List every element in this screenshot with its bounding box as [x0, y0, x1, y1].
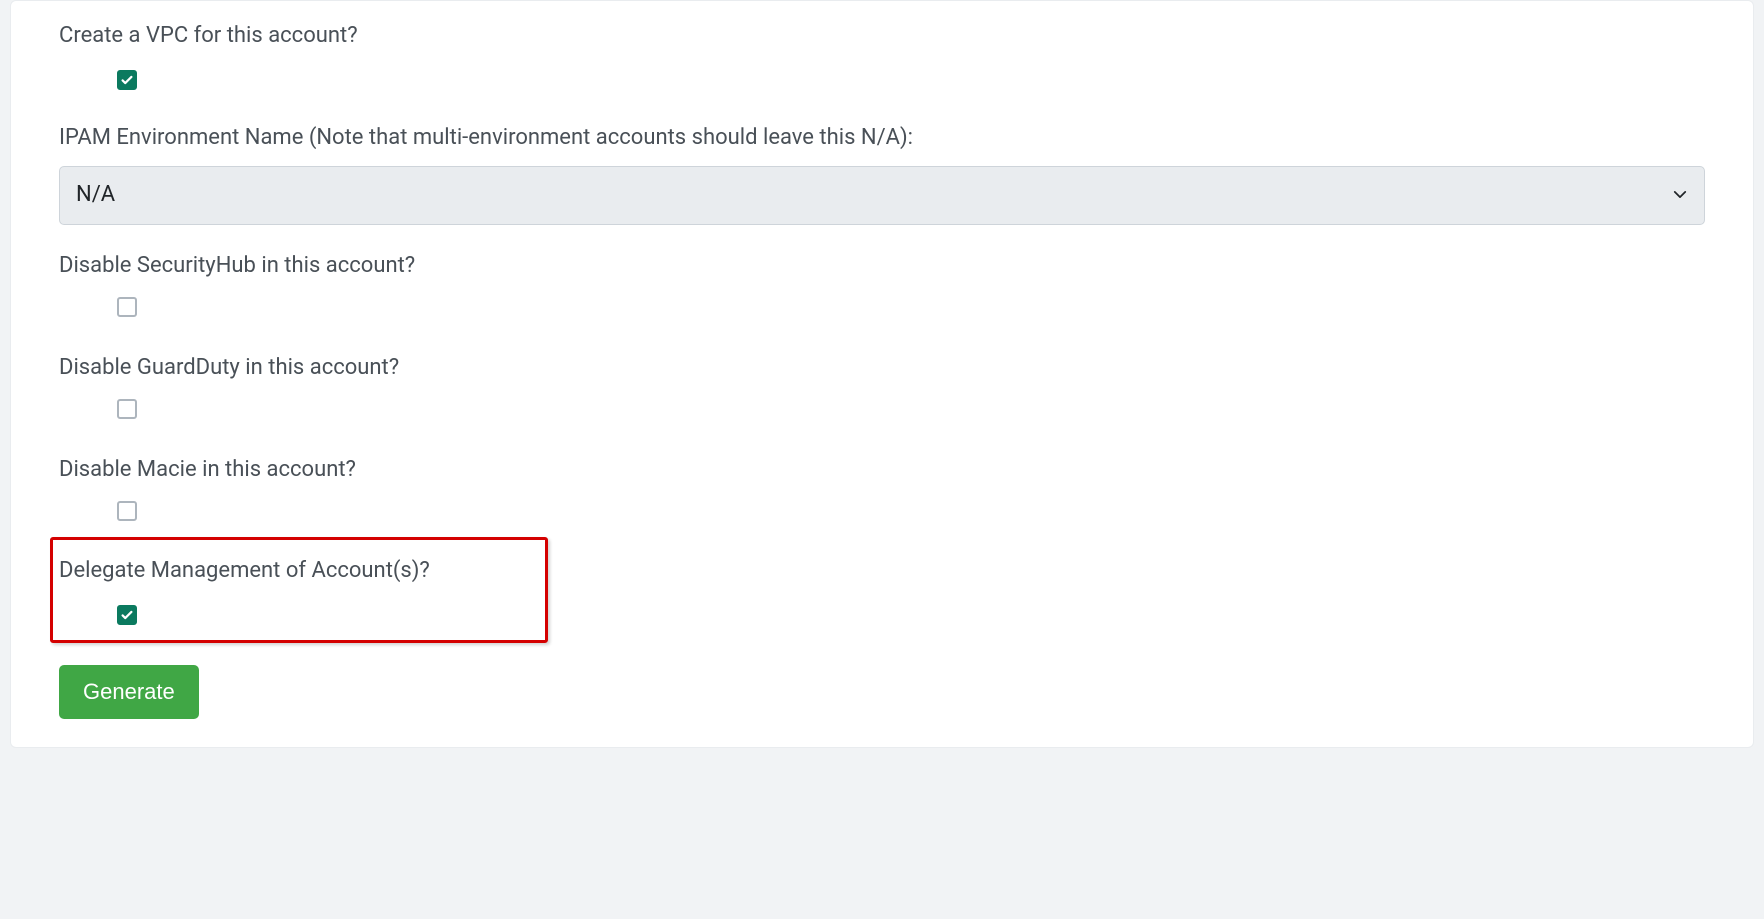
disable-guardduty-group: Disable GuardDuty in this account?: [59, 333, 1705, 429]
disable-securityhub-checkbox-wrap: [59, 294, 1705, 327]
disable-securityhub-checkbox[interactable]: [117, 297, 137, 317]
create-vpc-group: Create a VPC for this account?: [59, 1, 1705, 97]
delegate-mgmt-group: Delegate Management of Account(s)?: [59, 546, 539, 632]
ipam-env-select[interactable]: N/A: [59, 166, 1705, 225]
form-card: Create a VPC for this account? IPAM Envi…: [10, 0, 1754, 748]
delegate-mgmt-label: Delegate Management of Account(s)?: [59, 546, 539, 587]
create-vpc-label: Create a VPC for this account?: [59, 1, 1705, 52]
check-icon: [120, 608, 134, 622]
delegate-mgmt-checkbox-wrap: [59, 599, 539, 632]
delegate-mgmt-highlight: Delegate Management of Account(s)?: [50, 537, 548, 643]
ipam-env-group: IPAM Environment Name (Note that multi-e…: [59, 103, 1705, 225]
create-vpc-checkbox-wrap: [59, 64, 1705, 97]
disable-macie-label: Disable Macie in this account?: [59, 435, 1705, 486]
disable-guardduty-checkbox[interactable]: [117, 399, 137, 419]
ipam-env-label: IPAM Environment Name (Note that multi-e…: [59, 103, 1705, 154]
ipam-env-selected-value: N/A: [76, 182, 115, 207]
disable-guardduty-label: Disable GuardDuty in this account?: [59, 333, 1705, 384]
disable-securityhub-group: Disable SecurityHub in this account?: [59, 231, 1705, 327]
disable-guardduty-checkbox-wrap: [59, 396, 1705, 429]
disable-macie-checkbox[interactable]: [117, 501, 137, 521]
disable-macie-group: Disable Macie in this account?: [59, 435, 1705, 531]
ipam-env-select-wrap: N/A: [59, 166, 1705, 225]
page-container: Create a VPC for this account? IPAM Envi…: [0, 0, 1764, 919]
create-vpc-checkbox[interactable]: [117, 70, 137, 90]
generate-button[interactable]: Generate: [59, 665, 199, 719]
check-icon: [120, 73, 134, 87]
disable-securityhub-label: Disable SecurityHub in this account?: [59, 231, 1705, 282]
disable-macie-checkbox-wrap: [59, 498, 1705, 531]
delegate-mgmt-checkbox[interactable]: [117, 605, 137, 625]
